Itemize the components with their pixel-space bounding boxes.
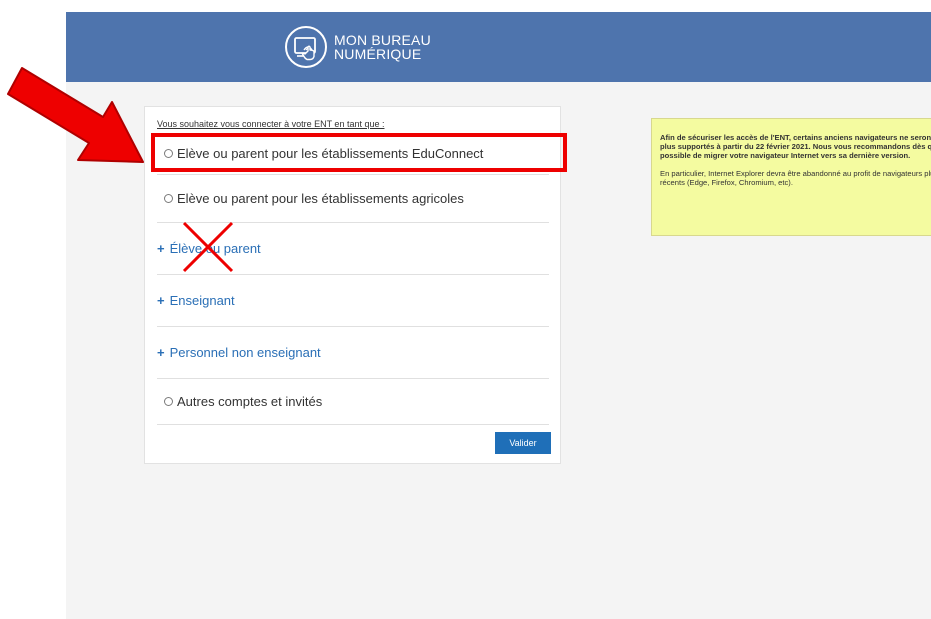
expand-personnel-non-enseignant[interactable]: + Personnel non enseignant xyxy=(157,327,549,379)
expand-label: Enseignant xyxy=(169,293,235,308)
touch-screen-logo-icon xyxy=(285,26,327,68)
logo-line-1: MON BUREAU xyxy=(334,32,431,48)
option-autres-comptes[interactable]: Autres comptes et invités xyxy=(157,379,549,425)
browser-notice: Afin de sécuriser les accès de l'ENT, ce… xyxy=(651,118,931,236)
logo-line-2: NUMÉRIQUE xyxy=(334,46,422,62)
expand-label: Élève ou parent xyxy=(169,241,261,256)
plus-icon: + xyxy=(157,241,165,256)
option-agricoles[interactable]: Elève ou parent pour les établissements … xyxy=(157,175,549,223)
option-label: Elève ou parent pour les établissements … xyxy=(177,146,484,161)
notice-text: En particulier, Internet Explorer devra … xyxy=(660,169,931,187)
plus-icon: + xyxy=(157,345,165,360)
login-prompt: Vous souhaitez vous connecter à votre EN… xyxy=(157,119,385,129)
radio-button[interactable] xyxy=(164,194,173,203)
option-label: Autres comptes et invités xyxy=(177,394,323,409)
plus-icon: + xyxy=(157,293,165,308)
header-bar: MON BUREAU NUMÉRIQUE xyxy=(66,12,931,82)
login-type-panel: Vous souhaitez vous connecter à votre EN… xyxy=(144,106,561,464)
option-educonnect[interactable]: Elève ou parent pour les établissements … xyxy=(157,133,549,175)
logo-text: MON BUREAU NUMÉRIQUE xyxy=(334,33,431,61)
notice-bold-text: Afin de sécuriser les accès de l'ENT, ce… xyxy=(660,133,931,160)
option-label: Elève ou parent pour les établissements … xyxy=(177,191,464,206)
expand-label: Personnel non enseignant xyxy=(169,345,321,360)
logo[interactable]: MON BUREAU NUMÉRIQUE xyxy=(284,23,431,71)
valider-button[interactable]: Valider xyxy=(495,432,551,454)
page-background: MON BUREAU NUMÉRIQUE Vous souhaitez vous… xyxy=(66,12,931,619)
radio-button[interactable] xyxy=(164,149,173,158)
expand-enseignant[interactable]: + Enseignant xyxy=(157,275,549,327)
expand-eleve-parent[interactable]: + Élève ou parent xyxy=(157,223,549,275)
radio-button[interactable] xyxy=(164,397,173,406)
